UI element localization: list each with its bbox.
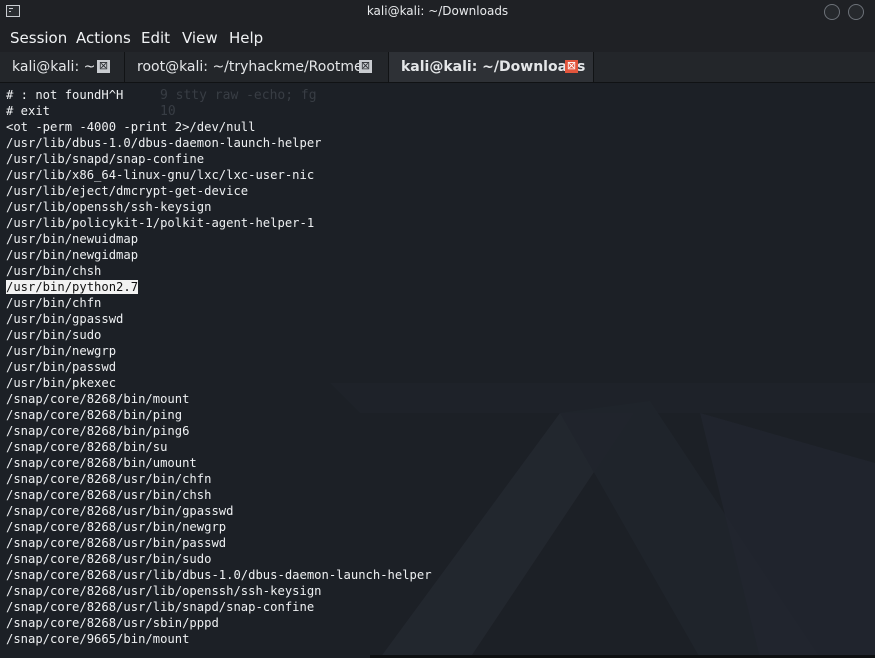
- terminal-line: /usr/lib/dbus-1.0/dbus-daemon-launch-hel…: [6, 135, 432, 151]
- maximize-icon[interactable]: [848, 4, 864, 20]
- terminal-line: /usr/bin/chfn: [6, 295, 432, 311]
- menu-session[interactable]: Session: [10, 29, 67, 47]
- selected-text: /usr/bin/python2.7: [6, 280, 139, 294]
- line-text: /snap/core/8268/usr/lib/dbus-1.0/dbus-da…: [6, 568, 432, 582]
- line-text: /snap/core/8268/usr/bin/passwd: [6, 536, 227, 550]
- terminal-line: /usr/lib/eject/dmcrypt-get-device: [6, 183, 432, 199]
- line-text: /snap/core/8268/usr/bin/sudo: [6, 552, 212, 566]
- line-text: /snap/core/9665/bin/mount: [6, 632, 190, 646]
- terminal-line: /usr/lib/snapd/snap-confine: [6, 151, 432, 167]
- line-text: # exit: [6, 104, 51, 118]
- line-text: /usr/bin/newgidmap: [6, 248, 139, 262]
- line-text: /usr/bin/chsh: [6, 264, 102, 278]
- tab-kali-downloads[interactable]: kali@kali: ~/Downloads ⊠: [389, 52, 594, 82]
- menu-actions[interactable]: Actions: [76, 29, 131, 47]
- close-icon[interactable]: ⊠: [565, 60, 578, 73]
- line-text: /usr/bin/sudo: [6, 328, 102, 342]
- terminal-line: # : not foundH^H: [6, 87, 432, 103]
- menu-help[interactable]: Help: [229, 29, 263, 47]
- terminal-line: /snap/core/8268/bin/mount: [6, 391, 432, 407]
- line-text: /usr/lib/snapd/snap-confine: [6, 152, 205, 166]
- line-text: /snap/core/8268/bin/umount: [6, 456, 197, 470]
- terminal-line: /usr/bin/newuidmap: [6, 231, 432, 247]
- line-text: /snap/core/8268/usr/bin/newgrp: [6, 520, 227, 534]
- terminal-line: /usr/lib/policykit-1/polkit-agent-helper…: [6, 215, 432, 231]
- close-icon[interactable]: ⊠: [359, 60, 372, 73]
- menu-edit[interactable]: Edit: [141, 29, 170, 47]
- terminal-line: /usr/bin/chsh: [6, 263, 432, 279]
- terminal-line: <ot -perm -4000 -print 2>/dev/null: [6, 119, 432, 135]
- line-text: /snap/core/8268/bin/ping6: [6, 424, 190, 438]
- line-text: /snap/core/8268/usr/lib/snapd/snap-confi…: [6, 600, 315, 614]
- menu-view[interactable]: View: [182, 29, 218, 47]
- line-text: /snap/core/8268/bin/ping: [6, 408, 183, 422]
- line-text: /snap/core/8268/usr/bin/chsh: [6, 488, 212, 502]
- minimize-icon[interactable]: [824, 4, 840, 20]
- line-text: /usr/bin/newuidmap: [6, 232, 139, 246]
- terminal-line: /snap/core/8268/usr/bin/chfn: [6, 471, 432, 487]
- line-text: /snap/core/8268/bin/su: [6, 440, 168, 454]
- line-text: /snap/core/8268/bin/mount: [6, 392, 190, 406]
- terminal-line: /usr/bin/newgidmap: [6, 247, 432, 263]
- terminal-line: /usr/lib/x86_64-linux-gnu/lxc/lxc-user-n…: [6, 167, 432, 183]
- line-text: /usr/bin/gpasswd: [6, 312, 124, 326]
- close-icon[interactable]: ⊠: [97, 60, 110, 73]
- line-text: /snap/core/8268/usr/sbin/pppd: [6, 616, 219, 630]
- terminal-line: /usr/bin/newgrp: [6, 343, 432, 359]
- line-text: /usr/lib/dbus-1.0/dbus-daemon-launch-hel…: [6, 136, 322, 150]
- line-text: /usr/lib/eject/dmcrypt-get-device: [6, 184, 249, 198]
- line-text: /snap/core/8268/usr/lib/openssh/ssh-keys…: [6, 584, 322, 598]
- line-text: /usr/lib/openssh/ssh-keysign: [6, 200, 212, 214]
- line-text: /usr/bin/passwd: [6, 360, 117, 374]
- terminal-line: /snap/core/8268/usr/lib/openssh/ssh-keys…: [6, 583, 432, 599]
- terminal-line: /usr/bin/passwd: [6, 359, 432, 375]
- terminal-line: # exit: [6, 103, 432, 119]
- tab-bar: kali@kali: ~ ⊠ root@kali: ~/tryhackme/Ro…: [0, 52, 875, 83]
- line-text: /usr/bin/pkexec: [6, 376, 117, 390]
- terminal-output[interactable]: 9 stty raw -echo; fg 10 # : not foundH^H…: [0, 83, 875, 658]
- tab-label: kali@kali: ~: [12, 59, 96, 75]
- terminal-line: /usr/bin/pkexec: [6, 375, 432, 391]
- line-text: /usr/lib/policykit-1/polkit-agent-helper…: [6, 216, 315, 230]
- menu-bar: Session Actions Edit View Help: [0, 24, 875, 52]
- terminal-line: /snap/core/8268/usr/lib/snapd/snap-confi…: [6, 599, 432, 615]
- window-titlebar[interactable]: kali@kali: ~/Downloads: [0, 0, 875, 24]
- terminal-line: /snap/core/8268/usr/bin/sudo: [6, 551, 432, 567]
- line-text: /usr/lib/x86_64-linux-gnu/lxc/lxc-user-n…: [6, 168, 315, 182]
- terminal-line: /usr/bin/python2.7: [6, 279, 432, 295]
- line-text: /snap/core/8268/usr/bin/chfn: [6, 472, 212, 486]
- terminal-lines: # : not foundH^H # exit <ot -perm -4000 -p…: [6, 87, 432, 647]
- terminal-line: /usr/bin/gpasswd: [6, 311, 432, 327]
- terminal-line: /snap/core/8268/usr/bin/passwd: [6, 535, 432, 551]
- terminal-line: /snap/core/8268/bin/su: [6, 439, 432, 455]
- tab-kali-home[interactable]: kali@kali: ~ ⊠: [0, 52, 125, 82]
- tab-label: root@kali: ~/tryhackme/Rootme: [137, 59, 363, 75]
- tab-root-rootme[interactable]: root@kali: ~/tryhackme/Rootme ⊠: [125, 52, 389, 82]
- terminal-line: /snap/core/8268/usr/bin/gpasswd: [6, 503, 432, 519]
- terminal-line: /usr/lib/openssh/ssh-keysign: [6, 199, 432, 215]
- tab-label: kali@kali: ~/Downloads: [401, 59, 586, 75]
- line-text: /usr/bin/newgrp: [6, 344, 117, 358]
- terminal-line: /snap/core/8268/usr/bin/newgrp: [6, 519, 432, 535]
- window-title: kali@kali: ~/Downloads: [366, 4, 509, 18]
- terminal-line: /snap/core/9665/bin/mount: [6, 631, 432, 647]
- line-text: <ot -perm -4000 -print 2>/dev/null: [6, 120, 256, 134]
- terminal-line: /usr/bin/sudo: [6, 327, 432, 343]
- terminal-line: /snap/core/8268/usr/sbin/pppd: [6, 615, 432, 631]
- terminal-line: /snap/core/8268/bin/ping6: [6, 423, 432, 439]
- line-text: /usr/bin/chfn: [6, 296, 102, 310]
- line-text: # : not foundH^H: [6, 88, 124, 102]
- terminal-line: /snap/core/8268/bin/umount: [6, 455, 432, 471]
- terminal-line: /snap/core/8268/usr/bin/chsh: [6, 487, 432, 503]
- terminal-line: /snap/core/8268/bin/ping: [6, 407, 432, 423]
- terminal-line: /snap/core/8268/usr/lib/dbus-1.0/dbus-da…: [6, 567, 432, 583]
- line-text: /snap/core/8268/usr/bin/gpasswd: [6, 504, 234, 518]
